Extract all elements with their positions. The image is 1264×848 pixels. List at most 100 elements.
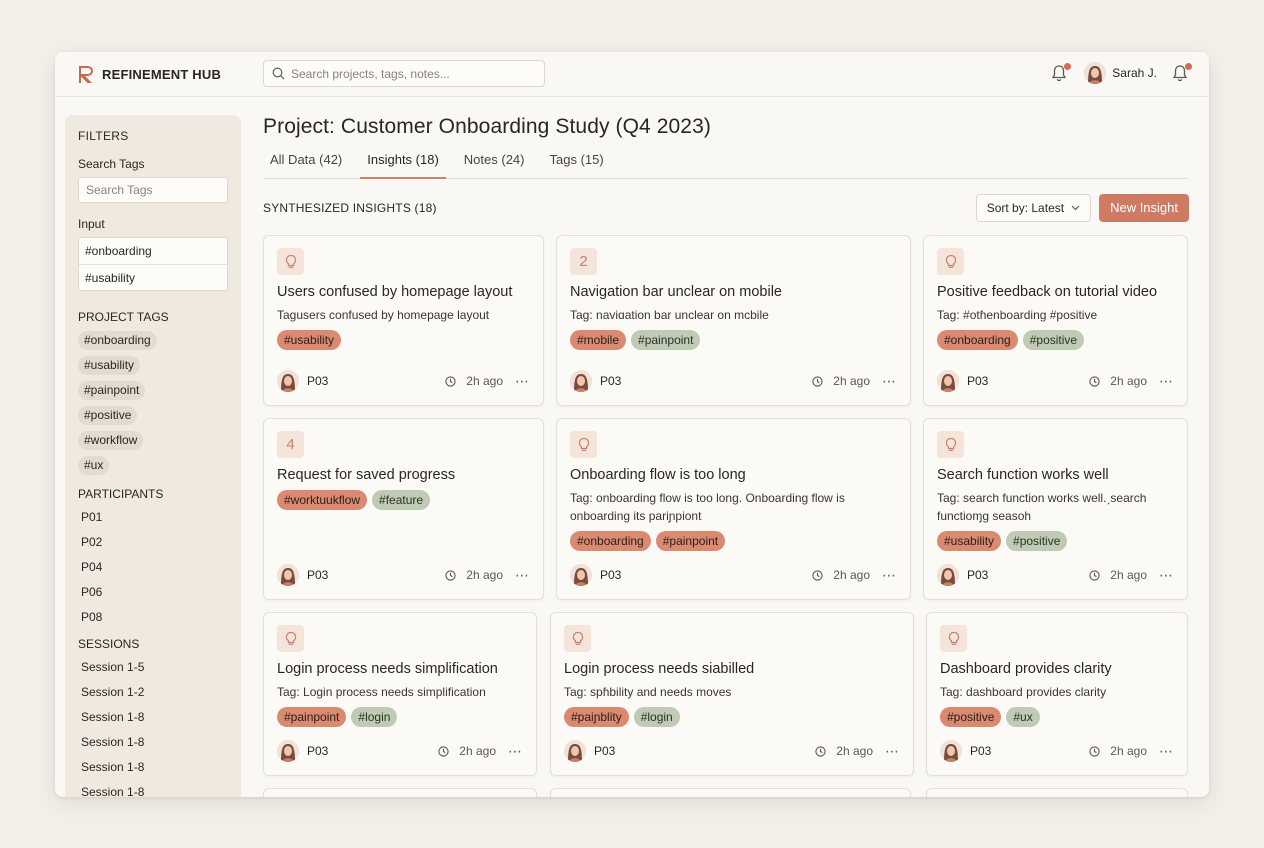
insight-card[interactable]: Dashboard provides clarity Tag: dashboard… bbox=[926, 612, 1188, 776]
session-item[interactable]: Session 1-8 bbox=[78, 780, 228, 797]
insight-card[interactable]: Login process needs simplification Tag: L… bbox=[263, 612, 537, 776]
card-title[interactable]: Login process needs siabilled bbox=[564, 661, 900, 677]
lightbulb-icon bbox=[564, 625, 591, 652]
tag-chip[interactable]: #onboarding bbox=[570, 531, 651, 551]
session-item[interactable]: Session 1-8 bbox=[78, 755, 228, 780]
card-footer: P03 2h ago ⋯ bbox=[937, 563, 1174, 587]
selected-tags-box[interactable]: #onboarding #usability bbox=[78, 237, 228, 291]
sort-dropdown[interactable]: Sort by: Latest bbox=[975, 193, 1092, 222]
session-item[interactable]: Session 1-5 bbox=[78, 655, 228, 680]
tag-chip[interactable]: #positive bbox=[940, 707, 1002, 727]
tag-chip[interactable]: #feature bbox=[372, 490, 431, 510]
card-title[interactable]: Users confused by homepage layout bbox=[277, 284, 530, 300]
more-options-icon[interactable]: ⋯ bbox=[882, 567, 897, 584]
search-input[interactable] bbox=[291, 66, 531, 81]
session-item[interactable]: Session 1-2 bbox=[78, 680, 228, 705]
participant-item[interactable]: P01 bbox=[78, 505, 228, 530]
more-options-icon[interactable]: ⋯ bbox=[515, 567, 530, 584]
sessions-list: Session 1-5 Session 1-2 Session 1-8 Sess… bbox=[78, 655, 228, 797]
timestamp: 2h ago bbox=[1089, 744, 1147, 758]
insight-card[interactable]: 2 Navigation bar unclear on mobile Tag: na… bbox=[556, 235, 911, 406]
tag-chip[interactable]: #worktuukflow bbox=[277, 490, 368, 510]
tag-chip[interactable]: #painpoint bbox=[277, 707, 347, 727]
participant-item[interactable]: P04 bbox=[78, 555, 228, 580]
more-options-icon[interactable]: ⋯ bbox=[885, 743, 900, 760]
selected-tag[interactable]: #usability bbox=[79, 264, 227, 290]
project-tag[interactable]: #onboarding bbox=[78, 331, 157, 350]
card-title[interactable]: Dashboard provides clarity bbox=[940, 661, 1174, 677]
top-bar: REFINEMENT HUB Search projects, tags, no… bbox=[55, 52, 1209, 97]
new-insight-button[interactable]: New Insight bbox=[1099, 193, 1189, 222]
insight-card[interactable]: Login process needs siabilled Tag: spɦbil… bbox=[550, 612, 914, 776]
project-tag[interactable]: #ux bbox=[78, 456, 110, 475]
insight-card[interactable] bbox=[550, 788, 911, 797]
tag-chip[interactable]: #usability bbox=[937, 531, 1002, 551]
insight-card[interactable]: Positive feedback on tutorial video Tag: … bbox=[923, 235, 1188, 406]
tab-all-data[interactable]: All Data (42) bbox=[263, 152, 349, 179]
search-tags-field[interactable] bbox=[78, 177, 228, 203]
tab-insights[interactable]: Insights (18) bbox=[360, 152, 446, 179]
card-tags: #positive #ux bbox=[940, 707, 1174, 727]
tag-chip[interactable]: #painpoint bbox=[655, 531, 726, 551]
tag-chip[interactable]: #positive bbox=[1006, 531, 1068, 551]
tag-chip[interactable]: #login bbox=[351, 707, 398, 727]
card-footer: P03 2h ago ⋯ bbox=[937, 369, 1174, 393]
tag-chip[interactable]: #paiɲblity bbox=[564, 707, 629, 727]
participant-item[interactable]: P02 bbox=[78, 530, 228, 555]
card-tags: #painpoint #login bbox=[277, 707, 523, 727]
participant-item[interactable]: P06 bbox=[78, 580, 228, 605]
project-tag[interactable]: #usability bbox=[78, 356, 141, 375]
insight-card[interactable] bbox=[926, 788, 1188, 797]
search-tags-input[interactable] bbox=[86, 183, 221, 197]
insight-card[interactable]: 4 Request for saved progress #worktuukflow… bbox=[263, 418, 544, 600]
timestamp-text: 2h ago bbox=[833, 374, 870, 388]
user-name: Sarah J. bbox=[1112, 66, 1157, 80]
card-title[interactable]: Search function works well bbox=[937, 467, 1174, 483]
insight-card[interactable]: Users confused by homepage layout Taguser… bbox=[263, 235, 544, 406]
insight-card[interactable] bbox=[263, 788, 537, 797]
insight-card[interactable]: Search function works well Tag: search fu… bbox=[923, 418, 1188, 600]
tab-tags[interactable]: Tags (15) bbox=[543, 152, 611, 179]
tag-chip[interactable]: #usability bbox=[277, 330, 342, 350]
timestamp: 2h ago bbox=[815, 744, 873, 758]
card-title[interactable]: Login process needs simplification bbox=[277, 661, 523, 677]
more-options-icon[interactable]: ⋯ bbox=[1159, 743, 1174, 760]
card-title[interactable]: Request for saved progress bbox=[277, 467, 530, 483]
tab-notes[interactable]: Notes (24) bbox=[457, 152, 532, 179]
tag-chip[interactable]: #ux bbox=[1006, 707, 1040, 727]
more-options-icon[interactable]: ⋯ bbox=[515, 373, 530, 390]
project-tag[interactable]: #positive bbox=[78, 406, 138, 425]
global-search[interactable] bbox=[263, 60, 545, 87]
card-footer: P03 2h ago ⋯ bbox=[277, 369, 530, 393]
user-menu[interactable]: Sarah J. bbox=[1084, 62, 1157, 84]
tag-chip[interactable]: #onboarding bbox=[937, 330, 1018, 350]
avatar bbox=[277, 564, 299, 586]
logo[interactable]: REFINEMENT HUB bbox=[77, 64, 221, 84]
participant-id: P03 bbox=[594, 744, 616, 758]
card-title[interactable]: Navigation bar unclear on mobile bbox=[570, 284, 897, 300]
tag-chip[interactable]: #mobile bbox=[570, 330, 627, 350]
more-options-icon[interactable]: ⋯ bbox=[882, 373, 897, 390]
tag-chip[interactable]: #login bbox=[633, 707, 680, 727]
tag-chip[interactable]: #positive bbox=[1022, 330, 1085, 350]
avatar bbox=[277, 370, 299, 392]
card-title[interactable]: Positive feedback on tutorial video bbox=[937, 284, 1174, 300]
alerts-button[interactable] bbox=[1171, 63, 1192, 83]
more-options-icon[interactable]: ⋯ bbox=[1159, 567, 1174, 584]
tab-bar: All Data (42) Insights (18) Notes (24) T… bbox=[263, 152, 1189, 179]
tag-chip[interactable]: #painpoint bbox=[631, 330, 701, 350]
card-description: Tag: Login process needs simplification bbox=[277, 685, 486, 699]
timestamp: 2h ago bbox=[438, 744, 496, 758]
insight-card[interactable]: Onboarding flow is too long Tag: onboardi… bbox=[556, 418, 911, 600]
card-title[interactable]: Onboarding flow is too long bbox=[570, 467, 897, 483]
session-item[interactable]: Session 1-8 bbox=[78, 730, 228, 755]
more-options-icon[interactable]: ⋯ bbox=[508, 743, 523, 760]
selected-tag[interactable]: #onboarding bbox=[79, 238, 227, 264]
participant-item[interactable]: P08 bbox=[78, 605, 228, 630]
project-tag[interactable]: #painpoint bbox=[78, 381, 146, 400]
project-tag[interactable]: #workflow bbox=[78, 431, 144, 450]
timestamp: 2h ago bbox=[445, 374, 503, 388]
more-options-icon[interactable]: ⋯ bbox=[1159, 373, 1174, 390]
session-item[interactable]: Session 1-8 bbox=[78, 705, 228, 730]
notifications-button[interactable] bbox=[1050, 63, 1072, 83]
